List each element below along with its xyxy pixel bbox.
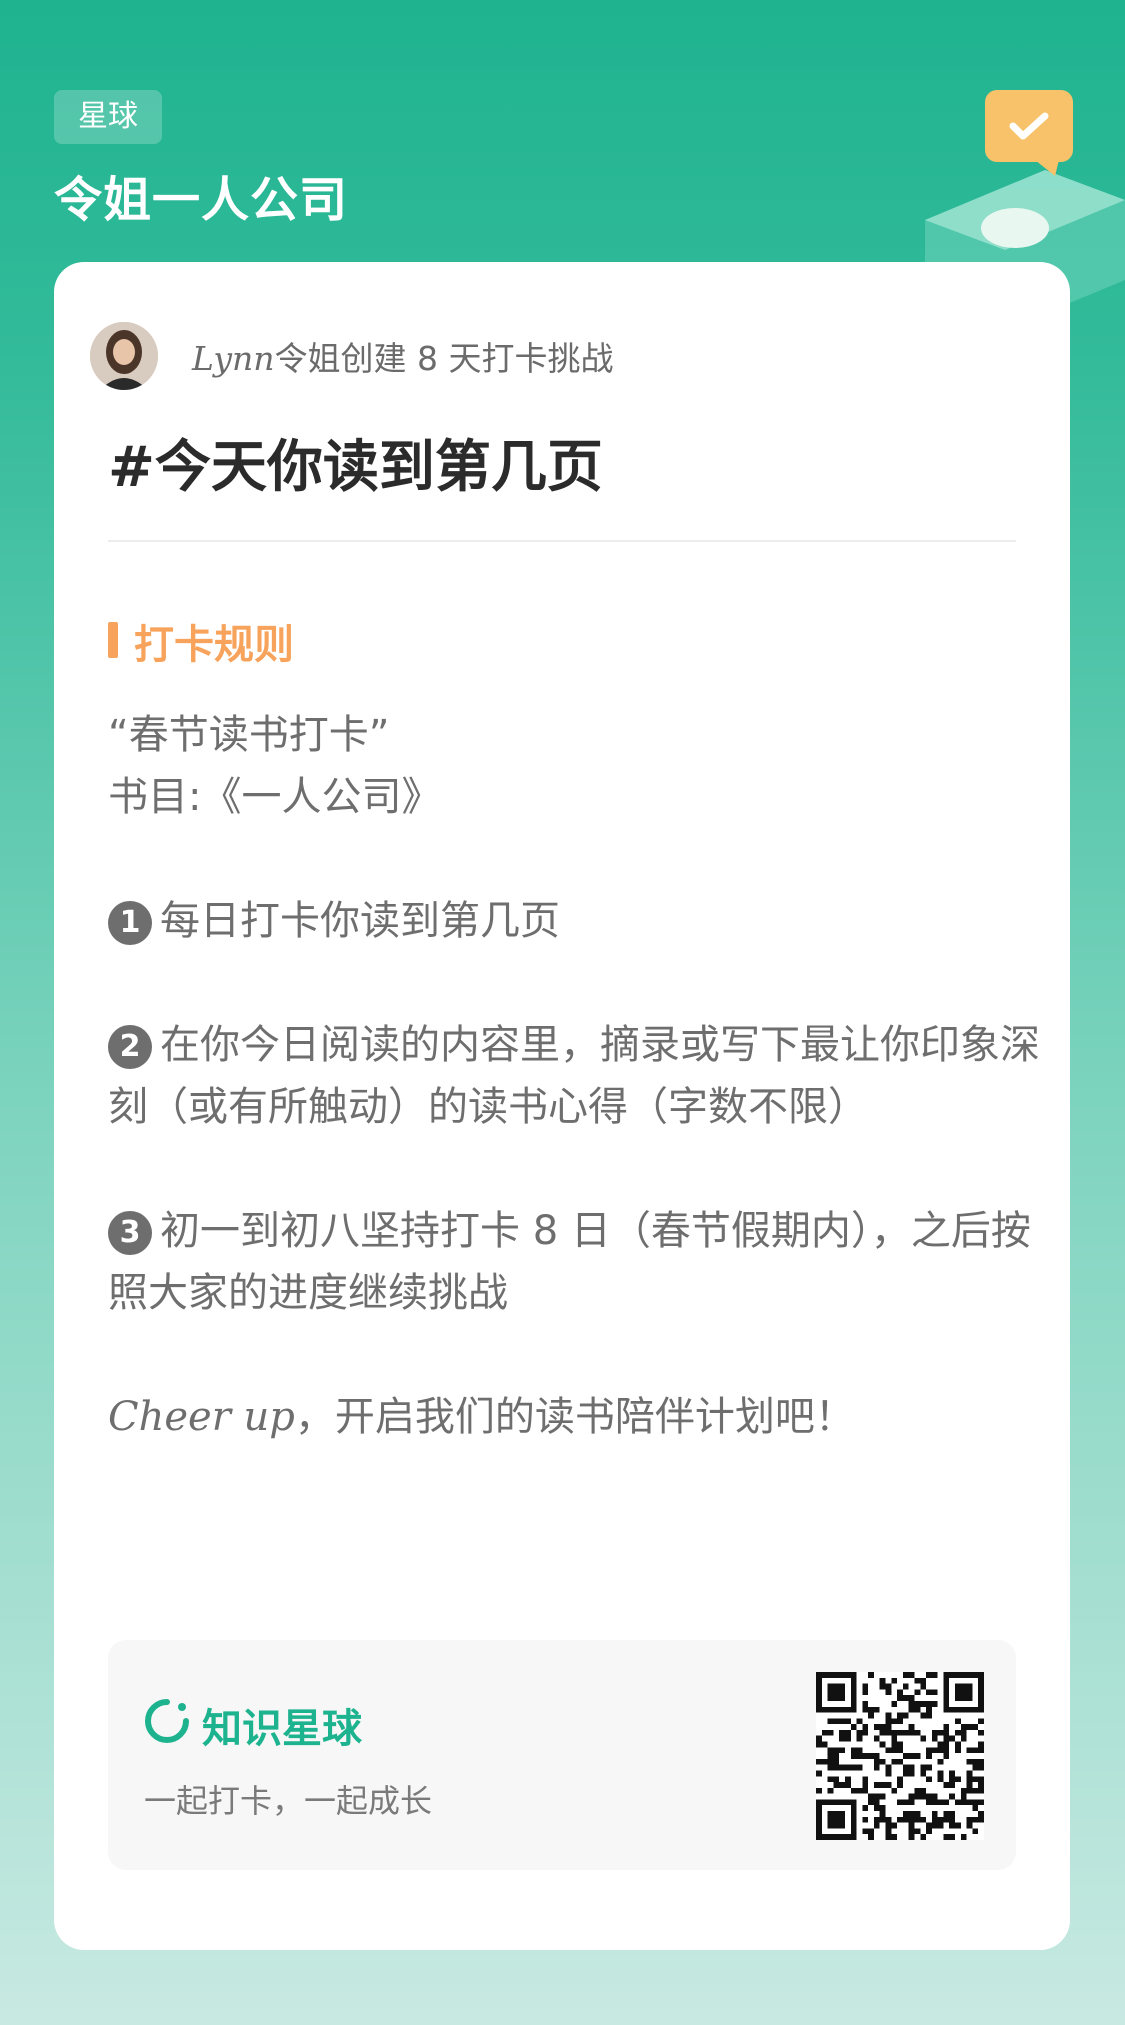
rule-item-1: 1 每日打卡你读到第几页 — [108, 890, 1048, 952]
section-title: 打卡规则 — [134, 622, 294, 668]
footer-banner: 知识星球 一起打卡，一起成长 — [108, 1640, 1016, 1870]
number-3-icon: 3 — [108, 1211, 152, 1255]
brand-name: 知识星球 — [202, 1706, 362, 1752]
rule-item-1-text: 每日打卡你读到第几页 — [160, 898, 560, 944]
section-bar — [108, 622, 118, 658]
creator-line: Lynn令姐创建 8 天打卡挑战 — [192, 332, 613, 380]
divider — [108, 540, 1016, 542]
rule-item-3: 3 初一到初八坚持打卡 8 日（春节假期内），之后按照大家的进度继续挑战 — [108, 1200, 1048, 1324]
creator-name[interactable]: Lynn — [192, 339, 274, 378]
number-1-icon: 1 — [108, 901, 152, 945]
number-2-icon: 2 — [108, 1025, 152, 1069]
group-tag: 星球 — [54, 90, 162, 144]
avatar-portrait-icon — [90, 322, 158, 390]
rules-line-1: “春节读书打卡” — [108, 712, 390, 758]
zsxq-logo-icon — [145, 1699, 189, 1743]
rules-body: “春节读书打卡” 书目:《一人公司》 1 每日打卡你读到第几页 2 在你今日阅读的内… — [108, 704, 1048, 1448]
rule-item-2: 2 在你今日阅读的内容里，摘录或写下最让你印象深刻（或有所触动）的读书心得（字数不… — [108, 1014, 1048, 1138]
brand-slogan: 一起打卡，一起成长 — [144, 1782, 433, 1820]
creator-suffix: 令姐创建 8 天打卡挑战 — [274, 339, 614, 378]
qr-code-icon[interactable] — [816, 1672, 984, 1840]
cheer-en: Cheer up — [108, 1394, 295, 1440]
creator-avatar[interactable] — [90, 322, 158, 390]
rule-item-3-text: 初一到初八坚持打卡 8 日（春节假期内），之后按照大家的进度继续挑战 — [108, 1208, 1031, 1316]
cheer-cn: ，开启我们的读书陪伴计划吧！ — [294, 1394, 855, 1440]
challenge-card: Lynn令姐创建 8 天打卡挑战 #今天你读到第几页 打卡规则 “春节读书打卡”… — [54, 262, 1070, 1950]
rule-item-2-text: 在你今日阅读的内容里，摘录或写下最让你印象深刻（或有所触动）的读书心得（字数不限… — [108, 1022, 1040, 1130]
group-name[interactable]: 令姐一人公司 — [54, 160, 348, 230]
cheer-line: Cheer up，开启我们的读书陪伴计划吧！ — [108, 1386, 1048, 1448]
challenge-title: #今天你读到第几页 — [108, 435, 603, 500]
rules-line-2: 书目:《一人公司》 — [108, 774, 442, 820]
